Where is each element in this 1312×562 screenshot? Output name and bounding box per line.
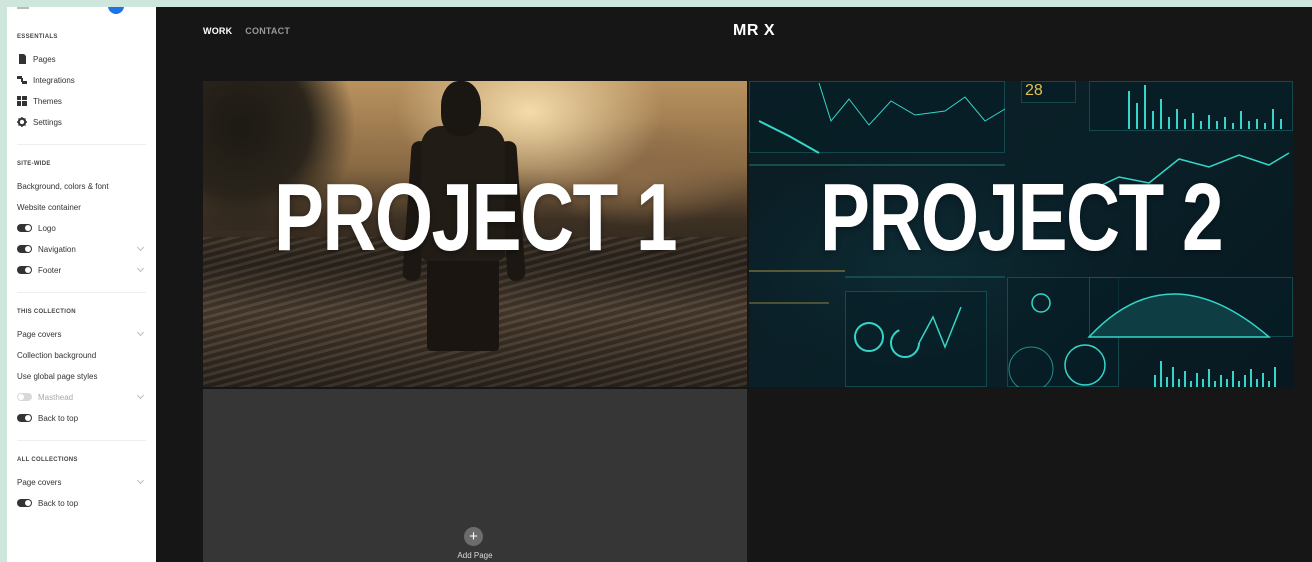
integrations-icon (17, 75, 27, 85)
chevron-down-icon[interactable] (138, 478, 144, 484)
logo-toggle[interactable] (17, 224, 32, 232)
sidebar-item-themes[interactable]: Themes (17, 94, 146, 108)
sidebar-item-label: Themes (33, 96, 62, 106)
sidebar-item-label: Collection background (17, 350, 97, 360)
section-all-collections: ALL COLLECTIONS (17, 457, 78, 463)
sidebar-item-collection-background[interactable]: Collection background (17, 348, 146, 362)
sidebar-item-website-container[interactable]: Website container (17, 200, 146, 214)
sidebar-item-label: Integrations (33, 75, 75, 85)
divider (17, 292, 146, 293)
sidebar-item-label: Pages (33, 54, 56, 64)
sidebar-item-background-colors-font[interactable]: Background, colors & font (17, 179, 146, 193)
sidebar-item-page-covers-all[interactable]: Page covers (17, 475, 146, 489)
section-this-collection: THIS COLLECTION (17, 309, 76, 315)
sidebar-item-pages[interactable]: Pages (17, 52, 146, 66)
masthead-toggle (17, 393, 32, 401)
add-page-label[interactable]: Add Page (435, 551, 515, 560)
chevron-down-icon[interactable] (138, 330, 144, 336)
editor-sidebar: ESSENTIALS Pages Integrations Themes Set… (7, 7, 156, 562)
sidebar-item-integrations[interactable]: Integrations (17, 73, 146, 87)
sidebar-item-back-to-top[interactable]: Back to top (17, 411, 146, 425)
sidebar-item-label: Back to top (38, 413, 79, 423)
add-page-tile[interactable]: + Add Page (203, 389, 747, 562)
project-2-title: PROJECT 2 (819, 164, 1224, 271)
project-tile-1[interactable]: PROJECT 1 (203, 81, 747, 387)
sidebar-item-page-covers[interactable]: Page covers (17, 327, 146, 341)
section-site-wide: SITE-WIDE (17, 161, 51, 167)
sidebar-item-label: Page covers (17, 477, 62, 487)
gear-icon (17, 117, 27, 127)
sidebar-item-label: Background, colors & font (17, 181, 109, 191)
site-preview: WORK CONTACT MR X PROJECT 1 28 PROJECT 2… (156, 7, 1312, 562)
project-1-title: PROJECT 1 (273, 164, 678, 271)
sidebar-item-label: Page covers (17, 329, 62, 339)
svg-text:28: 28 (1025, 82, 1043, 99)
sidebar-item-masthead: Masthead (17, 390, 146, 404)
plus-icon[interactable]: + (464, 527, 483, 546)
sidebar-item-use-global-page-styles[interactable]: Use global page styles (17, 369, 146, 383)
divider (17, 440, 146, 441)
notification-badge[interactable] (108, 7, 124, 14)
back-arrow-icon[interactable] (17, 7, 29, 9)
sidebar-item-label: Back to top (38, 498, 79, 508)
navigation-toggle[interactable] (17, 245, 32, 253)
sidebar-header (7, 7, 156, 14)
footer-toggle[interactable] (17, 266, 32, 274)
chevron-down-icon[interactable] (138, 266, 144, 272)
back-to-top-toggle[interactable] (17, 414, 32, 422)
divider (17, 144, 146, 145)
project-tile-2[interactable]: 28 PROJECT 2 (749, 81, 1293, 387)
page-icon (17, 54, 27, 64)
sidebar-item-label: Masthead (38, 392, 74, 402)
chevron-down-icon (138, 393, 144, 399)
back-to-top-toggle[interactable] (17, 499, 32, 507)
section-essentials: ESSENTIALS (17, 34, 58, 40)
sidebar-item-label: Settings (33, 117, 62, 127)
sidebar-item-label: Website container (17, 202, 81, 212)
site-nav: WORK CONTACT (203, 26, 290, 36)
sidebar-item-back-to-top-all[interactable]: Back to top (17, 496, 146, 510)
sidebar-item-label: Logo (38, 223, 56, 233)
sidebar-item-logo[interactable]: Logo (17, 221, 146, 235)
sidebar-item-settings[interactable]: Settings (17, 115, 146, 129)
nav-contact-link[interactable]: CONTACT (245, 26, 290, 36)
sidebar-item-footer[interactable]: Footer (17, 263, 146, 277)
chevron-down-icon[interactable] (138, 245, 144, 251)
themes-icon (17, 96, 27, 106)
sidebar-item-label: Navigation (38, 244, 76, 254)
sidebar-item-navigation[interactable]: Navigation (17, 242, 146, 256)
nav-work-link[interactable]: WORK (203, 26, 232, 36)
site-brand[interactable]: MR X (733, 22, 775, 40)
sidebar-item-label: Footer (38, 265, 62, 275)
sidebar-item-label: Use global page styles (17, 371, 98, 381)
